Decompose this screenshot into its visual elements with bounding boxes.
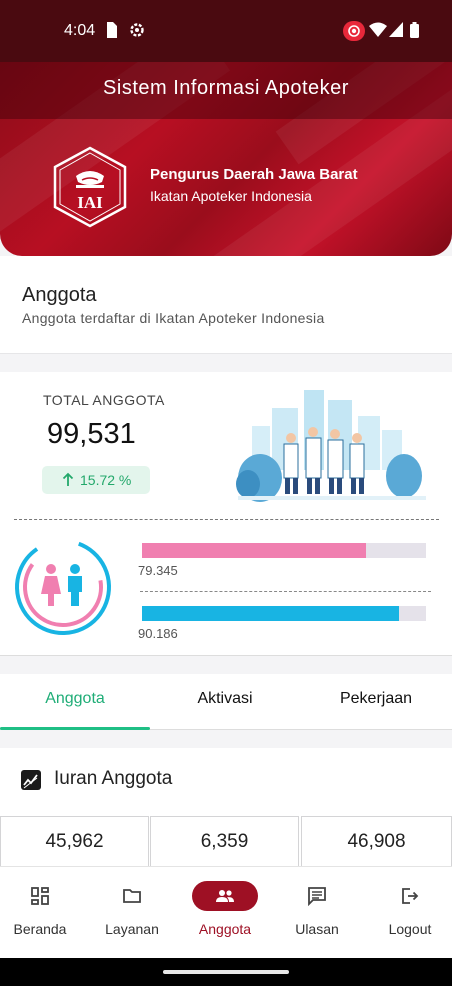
bottom-navigation: Beranda Layanan Anggota Ulasan Logout [0,866,452,958]
iai-logo: IAI [53,146,127,228]
section-divider [14,519,439,520]
female-count: 79.345 [138,563,178,578]
active-tab-indicator [0,727,150,730]
growth-badge: 15.72 % [42,466,150,494]
female-bar [142,543,426,558]
page-title: Anggota [22,284,97,306]
logo-text: IAI [77,193,103,212]
iuran-value: 45,962 [0,816,149,866]
arrow-up-icon [62,466,74,501]
system-gesture-area [0,958,452,986]
total-members-label: TOTAL ANGGOTA [43,392,165,408]
page-title-card: Anggota Anggota terdaftar di Ikatan Apot… [0,256,452,354]
iuran-title: Iuran Anggota [54,768,173,789]
org-name: Pengurus Daerah Jawa Barat [150,166,358,183]
people-icon [192,881,258,911]
app-header-banner: Sistem Informasi Apoteker IAI Pengurus D… [0,62,452,256]
folder-icon [99,881,165,911]
male-count: 90.186 [138,626,178,641]
battery-icon [410,22,419,43]
growth-value: 15.72 % [80,472,132,488]
tab-anggota[interactable]: Anggota [0,674,150,730]
tab-pekerjaan[interactable]: Pekerjaan [300,674,452,730]
settings-gear-icon [129,22,145,43]
nav-beranda[interactable]: Beranda [0,867,85,959]
tab-aktivasi[interactable]: Aktivasi [150,674,300,730]
status-bar: 4:04 [0,0,452,62]
iuran-values: 45,962 6,359 46,908 [0,816,452,866]
trend-chart-icon [21,770,41,790]
male-bar-fill [142,606,400,621]
iuran-value: 46,908 [301,816,452,866]
nav-layanan[interactable]: Layanan [87,867,177,959]
org-subtitle: Ikatan Apoteker Indonesia [150,188,312,204]
iuran-value: 6,359 [150,816,299,866]
nav-label: Ulasan [295,921,339,937]
iuran-card: Iuran Anggota 45,962 6,359 46,908 [0,748,452,866]
gesture-handle[interactable] [163,970,289,974]
member-stats-card: TOTAL ANGGOTA 99,531 15.72 % 79.345 90.1… [0,372,452,656]
female-bar-fill [142,543,367,558]
app-screen: 4:04 Sistem Informasi Apoteker IAI Pengu… [0,0,452,986]
nav-anggota[interactable]: Anggota [180,867,270,959]
logout-icon [377,881,443,911]
nav-ulasan[interactable]: Ulasan [272,867,362,959]
app-title: Sistem Informasi Apoteker [103,77,349,99]
nav-logout[interactable]: Logout [365,867,452,959]
nav-label: Layanan [105,921,159,937]
screen-record-icon [343,21,365,46]
wifi-icon [369,22,387,42]
page-subtitle: Anggota terdaftar di Ikatan Apoteker Ind… [22,310,325,326]
cellular-signal-icon [389,22,403,42]
status-time: 4:04 [64,22,96,39]
sim-card-icon [105,22,117,43]
nav-label: Logout [388,921,432,937]
nav-label: Anggota [198,921,252,937]
bar-divider [140,591,431,592]
gender-icon [15,539,111,635]
total-members-value: 99,531 [47,418,136,450]
dashboard-icon [7,881,73,911]
pharmacists-illustration [236,390,426,502]
tab-bar: Anggota Aktivasi Pekerjaan [0,674,452,730]
nav-label: Beranda [13,921,67,937]
comment-icon [284,881,350,911]
male-bar [142,606,426,621]
